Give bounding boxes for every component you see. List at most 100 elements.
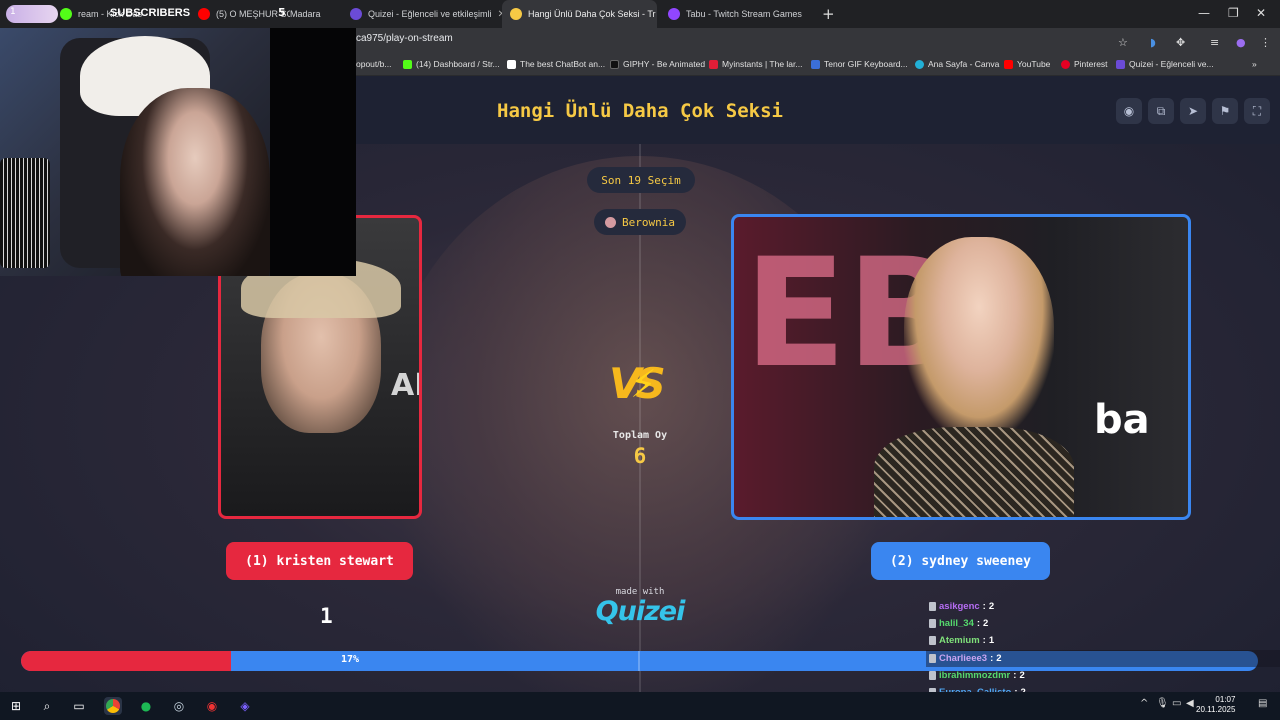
bookmark-item[interactable]: Quizei - Eğlenceli ve... — [1116, 59, 1214, 69]
microphone-shape — [0, 158, 50, 268]
badge-icon — [929, 602, 936, 612]
tenor-icon — [811, 59, 820, 69]
youtube-icon — [198, 8, 210, 20]
steam-icon[interactable]: ◎ — [170, 697, 188, 715]
windows-start-icon[interactable]: ⊞ — [7, 697, 25, 715]
badge-icon — [929, 619, 936, 629]
chat-separator: : — [976, 618, 981, 630]
user-pill: Berownia — [594, 209, 686, 235]
bookmark-item[interactable]: GIPHY - Be Animated — [610, 59, 705, 69]
chat-message: ibrahimmozdmr:2 — [926, 667, 1280, 684]
clock-time: 01:07 — [1215, 695, 1236, 704]
star-icon[interactable]: ☆ — [1118, 36, 1128, 49]
spotify-icon[interactable]: ● — [137, 697, 155, 715]
progress-midline — [638, 651, 640, 671]
tab-madara[interactable]: Madara — [282, 0, 342, 28]
progress-percent: 17% — [341, 654, 360, 665]
badge-icon — [929, 670, 936, 680]
tab-kick[interactable]: ream - Kick Das — [52, 0, 162, 28]
giphy-icon — [610, 59, 619, 69]
kick-icon — [403, 59, 412, 69]
quizei-icon — [350, 8, 362, 20]
browser-tab-bar: ream - Kick Das (5) O MEŞHUR SORU Madara… — [0, 0, 1280, 28]
minimize-icon[interactable]: — — [1198, 6, 1210, 20]
youtube-icon — [1004, 59, 1013, 69]
bookmark-item[interactable]: The best ChatBot an... — [507, 59, 605, 69]
quizei-icon — [1116, 59, 1125, 69]
webcam-overlay — [0, 28, 356, 276]
task-view-icon[interactable]: ▭ — [70, 697, 88, 715]
discord-icon[interactable]: ◈ — [236, 697, 254, 715]
recent-choices-pill: Son 19 Seçim — [587, 167, 695, 193]
media-icon[interactable]: ≡ — [1210, 36, 1219, 49]
maximize-icon[interactable]: ❐ — [1228, 6, 1239, 20]
bookmark-item[interactable]: Tenor GIF Keyboard... — [811, 59, 908, 69]
puzzle-icon[interactable]: ✥ — [1176, 36, 1185, 49]
total-votes-label: Toplam Oy — [612, 430, 668, 441]
tab-active-quiz[interactable]: Hangi Ünlü Daha Çok Seksi - Tr✕ — [502, 0, 657, 28]
mic-icon[interactable]: 🎙 — [1156, 698, 1169, 709]
bookmark-item[interactable]: YouTube — [1004, 59, 1050, 69]
chat-text: 2 — [996, 652, 1002, 664]
tab-twitch[interactable]: Tabu - Twitch Stream Games — [660, 0, 816, 28]
network-icon[interactable]: ▭ — [1172, 698, 1181, 709]
obs-icon[interactable]: ◉ — [203, 697, 221, 715]
option-2-image[interactable]: EB ba — [731, 214, 1191, 520]
clock-date: 20.11.2025 — [1196, 705, 1236, 714]
chat-username[interactable]: ibrahimmozdmr — [939, 670, 1010, 681]
chrome-icon[interactable] — [104, 697, 122, 715]
close-window-icon[interactable]: ✕ — [1256, 6, 1266, 20]
bookmark-item[interactable]: Ana Sayfa - Canva — [915, 59, 999, 69]
chat-username[interactable]: halil_34 — [939, 618, 974, 629]
background-lettering: AL — [391, 368, 419, 403]
kick-icon — [60, 8, 72, 20]
canva-icon — [915, 59, 924, 69]
bookmark-item[interactable]: opout/b... — [356, 59, 391, 69]
badge-icon — [929, 653, 936, 663]
pinterest-icon — [1061, 59, 1070, 69]
twitch-icon — [668, 8, 680, 20]
total-votes-value: 6 — [633, 444, 647, 468]
chat-message: halil_34:2 — [926, 615, 1280, 632]
notification-icon[interactable]: ▤ — [1258, 698, 1267, 709]
badge-icon — [929, 636, 936, 646]
portrait-image — [904, 237, 1054, 437]
chat-username[interactable]: asikgenc — [939, 601, 980, 612]
chat-text: 1 — [988, 635, 995, 647]
streamer-image — [120, 88, 270, 276]
myinstants-icon — [709, 59, 718, 69]
search-icon[interactable]: ⌕ — [38, 697, 56, 715]
extension-icon[interactable]: ◗ — [1150, 36, 1156, 49]
tab-quizei[interactable]: Quizei - Eğlenceli ve etkileşimli ✕ — [342, 0, 502, 28]
copy-icon[interactable]: ⧉ — [1148, 98, 1174, 124]
chat-text: 2 — [983, 618, 989, 630]
volume-icon[interactable]: ◀ — [1186, 698, 1194, 709]
taskbar — [0, 692, 1280, 720]
option-2-button[interactable]: (2) sydney sweeney — [871, 542, 1050, 580]
option-1-button[interactable]: (1) kristen stewart — [226, 542, 413, 580]
fullscreen-icon[interactable]: ⛶ — [1244, 98, 1270, 124]
bookmark-item[interactable]: Myinstants | The lar... — [709, 59, 802, 69]
system-clock[interactable]: 01:07 20.11.2025 — [1196, 695, 1235, 715]
chatbot-icon — [507, 59, 516, 69]
new-tab-icon[interactable]: + — [822, 5, 835, 23]
flag-icon[interactable]: ⚑ — [1212, 98, 1238, 124]
profile-icon[interactable]: ● — [1236, 36, 1246, 49]
chat-text: 2 — [988, 601, 995, 613]
chat-separator: : — [1013, 669, 1017, 681]
chat-message: Atemium:1 — [926, 632, 1280, 649]
bookmark-item[interactable]: Pinterest — [1061, 59, 1108, 69]
chat-username[interactable]: Atemium — [939, 635, 980, 646]
option-1-vote-count: 1 — [320, 604, 333, 628]
bookmark-item[interactable]: (14) Dashboard / Str... — [403, 59, 500, 69]
menu-icon[interactable]: ⋮ — [1260, 36, 1271, 49]
chevron-up-icon[interactable]: ^ — [1140, 698, 1148, 709]
more-bookmarks-icon[interactable]: » — [1252, 59, 1257, 69]
url-text[interactable]: ca975/play-on-stream — [356, 33, 453, 44]
tab-youtube[interactable]: (5) O MEŞHUR SORU — [190, 0, 290, 28]
send-icon[interactable]: ➤ — [1180, 98, 1206, 124]
eye-icon[interactable]: ◉ — [1116, 98, 1142, 124]
lightning-icon: ⚡ — [630, 362, 657, 406]
chat-username[interactable]: Charlieee3 — [939, 653, 987, 664]
avatar — [605, 216, 616, 228]
